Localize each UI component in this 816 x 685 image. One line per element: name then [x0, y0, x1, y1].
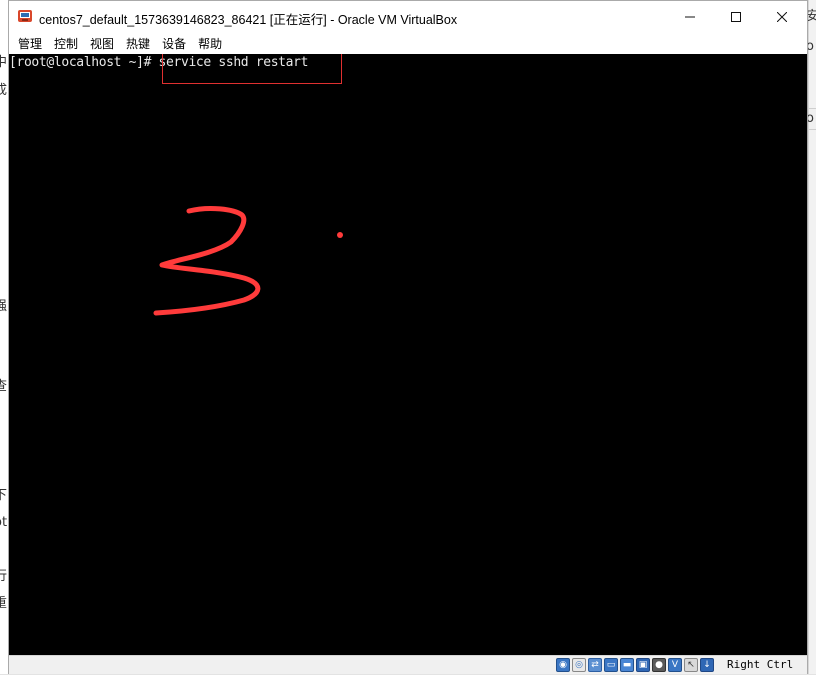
close-icon [777, 11, 787, 22]
title-bar[interactable]: centos7_default_1573639146823_86421 [正在运… [9, 1, 807, 32]
background-text-fragment: 强 [0, 299, 8, 314]
network-icon[interactable]: ⇄ [588, 658, 602, 672]
background-text-fragment: 成 [0, 83, 8, 98]
video-capture-icon[interactable]: ● [652, 658, 666, 672]
shared-folders-icon[interactable]: ▬ [620, 658, 634, 672]
menu-bar: 管理 控制 视图 热键 设备 帮助 [9, 32, 807, 54]
hand-drawn-annotation [153, 205, 343, 316]
background-text-fragment: 查 [0, 379, 8, 394]
virtualbox-vm-window: centos7_default_1573639146823_86421 [正在运… [8, 0, 808, 674]
maximize-icon [731, 11, 741, 22]
status-icons-group: ◉ ◎ ⇄ ▭ ▬ ▣ ● V ↖ ↓ [556, 657, 714, 673]
background-text-fragment: 重 [0, 596, 8, 611]
menu-view[interactable]: 视图 [84, 33, 120, 54]
background-text-fragment: 中 [0, 55, 8, 70]
annotation-dot [337, 232, 343, 238]
maximize-button[interactable] [713, 1, 759, 32]
host-key-label: Right Ctrl [727, 658, 794, 671]
background-text-fragment: ot [0, 515, 8, 530]
virtualization-icon[interactable]: V [668, 658, 682, 672]
menu-hotkey[interactable]: 热键 [120, 33, 156, 54]
status-bar: ◉ ◎ ⇄ ▭ ▬ ▣ ● V ↖ ↓ Right Ctrl [9, 655, 807, 674]
menu-devices[interactable]: 设备 [156, 33, 192, 54]
keyboard-icon[interactable]: ↓ [700, 658, 714, 672]
menu-manage[interactable]: 管理 [12, 33, 48, 54]
vm-console-screen[interactable]: [root@localhost ~]# service sshd restart [9, 54, 807, 655]
background-window-right-edge [808, 0, 816, 684]
annotation-number-3 [153, 205, 261, 316]
mouse-integration-icon[interactable]: ↖ [684, 658, 698, 672]
optical-drive-icon[interactable]: ◎ [572, 658, 586, 672]
minimize-button[interactable] [667, 1, 713, 32]
background-text-fragment: 行 [0, 569, 8, 584]
close-button[interactable] [759, 1, 805, 32]
background-window-bottom-edge [0, 674, 816, 685]
window-title: centos7_default_1573639146823_86421 [正在运… [39, 13, 458, 27]
virtualbox-app-icon[interactable] [17, 8, 33, 24]
display-icon[interactable]: ▣ [636, 658, 650, 672]
minimize-icon [685, 16, 695, 17]
background-window-left-edge: 中 成 强 查 下 ot 行 重 [0, 54, 8, 684]
menu-help[interactable]: 帮助 [192, 33, 228, 54]
usb-icon[interactable]: ▭ [604, 658, 618, 672]
menu-control[interactable]: 控制 [48, 33, 84, 54]
hard-disk-icon[interactable]: ◉ [556, 658, 570, 672]
background-text-fragment: 下 [0, 488, 8, 503]
